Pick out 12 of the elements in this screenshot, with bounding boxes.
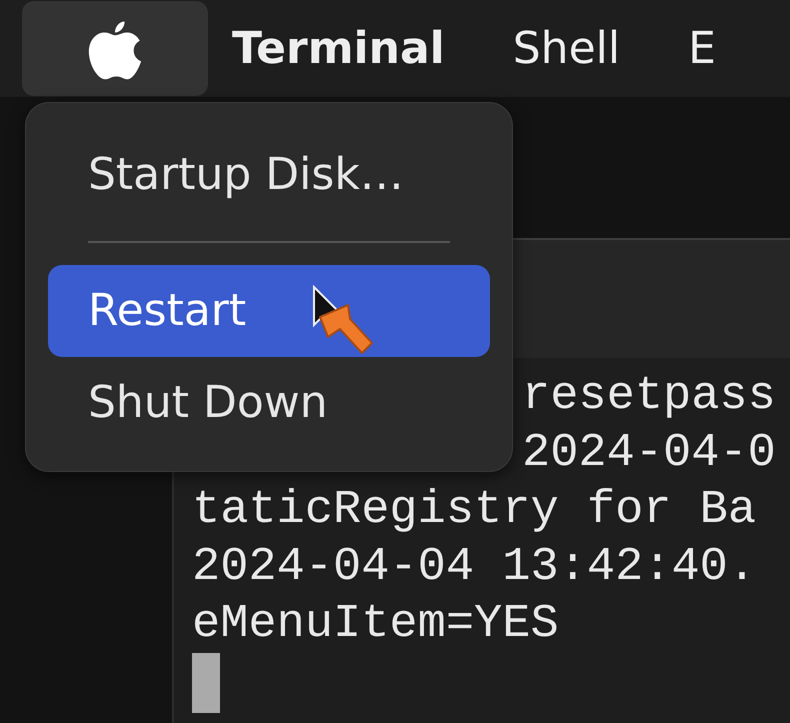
terminal-line: taticRegistry for Ba — [192, 483, 758, 539]
terminal-line: eMenuItem=YES — [192, 597, 560, 653]
menu-item[interactable]: Shut Down — [48, 357, 490, 449]
menu-bar-item[interactable]: E — [664, 18, 760, 78]
menu-bar-item[interactable]: Terminal — [208, 18, 489, 78]
apple-menu-button[interactable] — [22, 1, 208, 96]
menu-item[interactable]: Startup Disk… — [48, 129, 490, 221]
menu-bar-item[interactable]: Shell — [488, 18, 664, 78]
terminal-line: 2024-04-0 — [522, 426, 777, 482]
terminal-line: 2024-04-04 13:42:40. — [192, 540, 758, 596]
terminal-line: resetpass — [522, 369, 777, 425]
menu-item[interactable]: Restart — [48, 265, 490, 357]
